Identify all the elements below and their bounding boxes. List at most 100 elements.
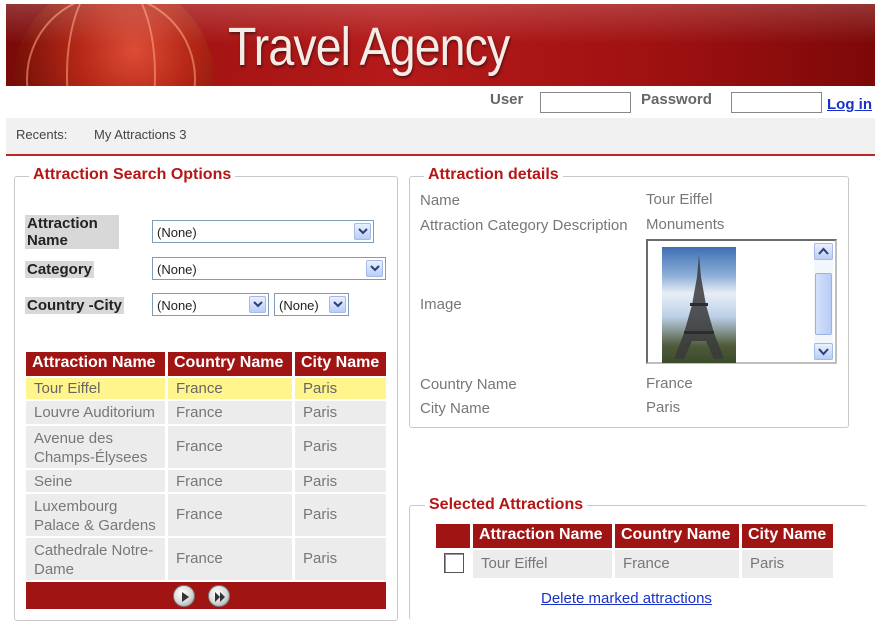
password-label: Password xyxy=(641,91,712,108)
scroll-up-button[interactable] xyxy=(814,243,833,260)
cell-country: France xyxy=(176,404,223,421)
user-label: User xyxy=(490,91,524,108)
detail-image-label: Image xyxy=(420,296,462,313)
table-cell[interactable]: Paris xyxy=(295,494,386,536)
attraction-name-select[interactable]: (None) xyxy=(152,220,374,243)
attraction-name-value: (None) xyxy=(157,225,197,240)
cell-country: France xyxy=(176,550,223,567)
chevron-down-icon xyxy=(249,296,266,313)
cell-attraction: Louvre Auditorium xyxy=(34,404,155,421)
cell-attraction: Cathedrale Notre-Dame xyxy=(34,542,154,578)
selected-legend: Selected Attractions xyxy=(425,496,588,514)
play-icon xyxy=(182,592,189,602)
chevron-down-icon xyxy=(354,223,371,240)
country-select[interactable]: (None) xyxy=(152,293,269,316)
column-header-city[interactable]: City Name xyxy=(742,524,833,548)
search-legend: Attraction Search Options xyxy=(29,166,236,184)
eiffel-tower-photo xyxy=(662,247,736,363)
cell-country: France xyxy=(176,473,223,490)
column-header-select xyxy=(436,524,470,548)
fast-forward-icon xyxy=(215,592,225,602)
eiffel-tower-icon xyxy=(674,255,724,359)
detail-city-label: City Name xyxy=(420,400,491,417)
table-row[interactable]: Cathedrale Notre-Dame xyxy=(26,538,165,580)
detail-category-value: Monuments xyxy=(646,216,725,233)
table-cell[interactable]: Paris xyxy=(295,401,386,424)
scroll-thumb[interactable] xyxy=(815,273,832,335)
country-value: (None) xyxy=(157,298,197,313)
details-legend: Attraction details xyxy=(424,166,563,184)
table-row[interactable]: Luxembourg Palace & Gardens xyxy=(26,494,165,536)
password-input[interactable] xyxy=(731,92,822,113)
detail-category-label: Attraction Category Description xyxy=(420,217,628,234)
recents-item[interactable]: My Attractions 3 xyxy=(94,127,186,142)
cell-country: France xyxy=(176,380,223,397)
column-header-country[interactable]: Country Name xyxy=(168,352,292,376)
cell-city: Paris xyxy=(303,404,338,421)
scroll-down-button[interactable] xyxy=(814,343,833,360)
table-cell[interactable]: Paris xyxy=(295,378,386,399)
category-select[interactable]: (None) xyxy=(152,257,386,280)
image-frame[interactable] xyxy=(646,239,837,364)
detail-name-value: Tour Eiffel xyxy=(646,191,713,208)
table-cell[interactable]: France xyxy=(168,401,292,424)
table-row[interactable]: Tour Eiffel xyxy=(26,378,165,399)
category-label: Category xyxy=(25,261,95,278)
recents-bar: Recents: My Attractions 3 xyxy=(6,118,875,156)
cell-city: Paris xyxy=(303,473,338,490)
cell-city: Paris xyxy=(303,550,338,567)
table-row[interactable]: Seine xyxy=(26,470,165,492)
image-scrollbar[interactable] xyxy=(814,243,833,360)
table-cell[interactable]: Paris xyxy=(295,426,386,468)
category-value: (None) xyxy=(157,262,197,277)
table-cell[interactable]: Paris xyxy=(295,538,386,580)
last-page-button[interactable] xyxy=(208,585,230,607)
table-cell[interactable]: Paris xyxy=(295,470,386,492)
city-select[interactable]: (None) xyxy=(274,293,349,316)
login-link[interactable]: Log in xyxy=(827,96,872,113)
city-value: (None) xyxy=(279,298,319,313)
column-header-attraction[interactable]: Attraction Name xyxy=(26,352,165,376)
table-cell[interactable]: France xyxy=(168,470,292,492)
cell-country: France xyxy=(176,506,223,523)
cell-attraction: Luxembourg Palace & Gardens xyxy=(34,498,156,534)
table-cell[interactable]: Paris xyxy=(742,550,833,578)
table-cell[interactable]: France xyxy=(615,550,739,578)
attraction-name-label: Attraction Name xyxy=(25,215,119,249)
cell-city: Paris xyxy=(303,438,338,455)
table-cell[interactable]: France xyxy=(168,538,292,580)
next-page-button[interactable] xyxy=(173,585,195,607)
detail-country-value: France xyxy=(646,375,693,392)
column-header-country[interactable]: Country Name xyxy=(615,524,739,548)
chevron-up-icon xyxy=(818,247,829,255)
column-header-attraction[interactable]: Attraction Name xyxy=(473,524,612,548)
cell-attraction: Tour Eiffel xyxy=(34,380,101,397)
cell-attraction: Seine xyxy=(34,473,73,490)
cell-city: Paris xyxy=(750,555,785,572)
cell-attraction: Avenue des Champs-Élysees xyxy=(34,430,148,466)
table-row[interactable]: Avenue des Champs-Élysees xyxy=(26,426,165,468)
delete-marked-link[interactable]: Delete marked attractions xyxy=(541,590,712,607)
chevron-down-icon xyxy=(329,296,346,313)
cell-country: France xyxy=(176,438,223,455)
table-cell[interactable]: France xyxy=(168,378,292,399)
header-banner: Travel Agency xyxy=(6,4,875,86)
cell-city: Paris xyxy=(303,506,338,523)
table-row[interactable]: Louvre Auditorium xyxy=(26,401,165,424)
table-cell[interactable]: France xyxy=(168,426,292,468)
chevron-down-icon xyxy=(366,260,383,277)
chevron-down-icon xyxy=(818,348,829,356)
country-city-label: Country -City xyxy=(25,297,124,314)
select-row-checkbox[interactable] xyxy=(444,553,464,573)
table-row[interactable]: Tour Eiffel xyxy=(473,550,612,578)
column-header-city[interactable]: City Name xyxy=(295,352,386,376)
cell-city: Paris xyxy=(303,380,338,397)
detail-city-value: Paris xyxy=(646,399,681,416)
detail-name-label: Name xyxy=(420,192,461,209)
user-input[interactable] xyxy=(540,92,631,113)
pager xyxy=(26,582,386,609)
table-cell[interactable]: France xyxy=(168,494,292,536)
cell-attraction: Tour Eiffel xyxy=(481,555,548,572)
site-title: Travel Agency xyxy=(228,17,510,77)
recents-label: Recents: xyxy=(16,127,68,142)
